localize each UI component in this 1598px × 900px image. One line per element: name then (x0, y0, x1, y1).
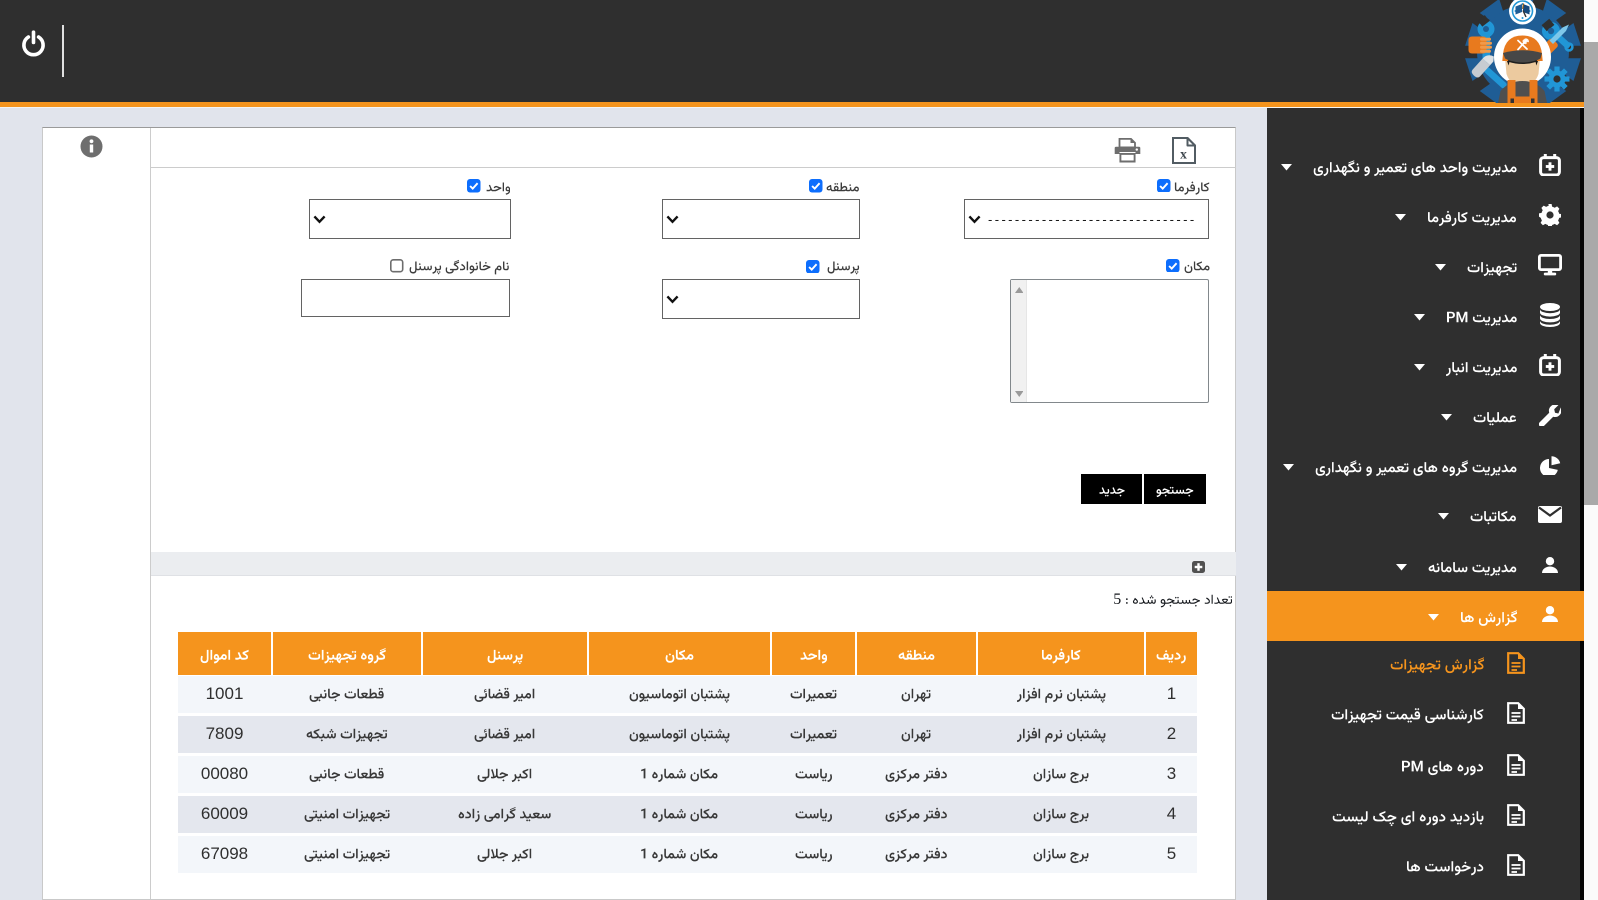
svg-text:x: x (1180, 147, 1187, 162)
